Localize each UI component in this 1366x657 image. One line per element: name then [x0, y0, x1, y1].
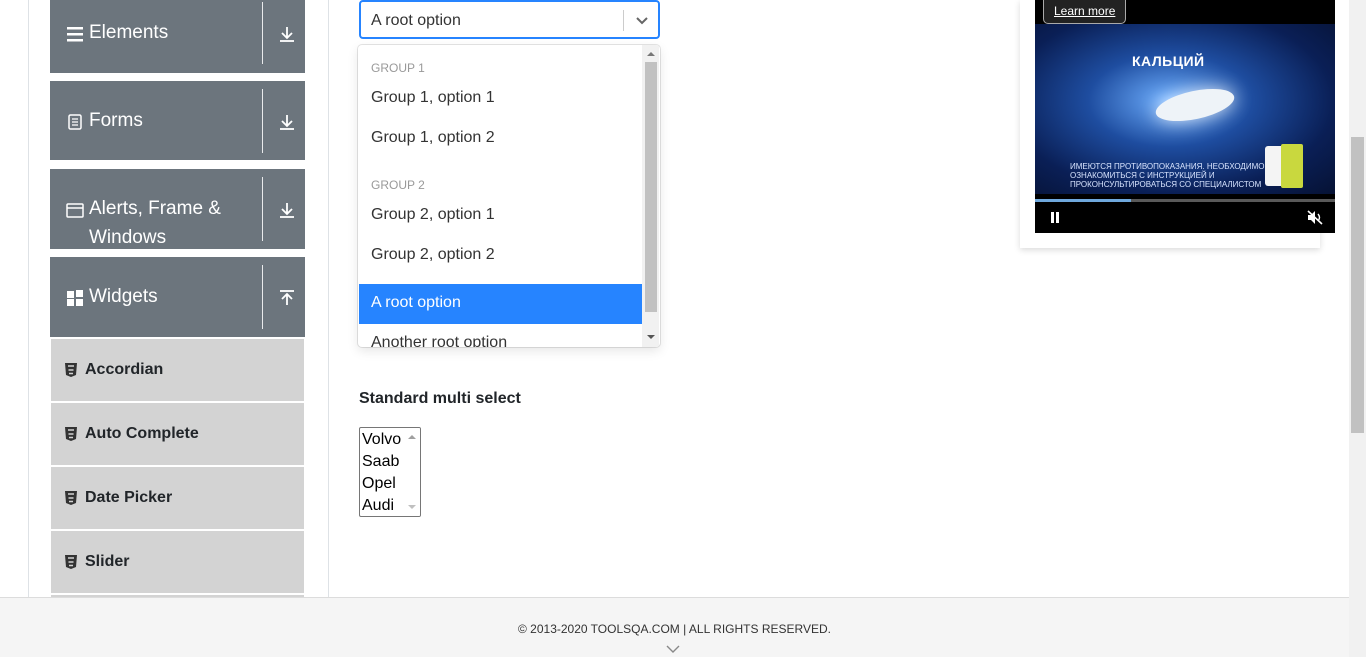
sidebar-group-label: Widgets: [89, 286, 158, 307]
multi-select-option[interactable]: Opel: [362, 475, 396, 493]
browser-window-icon: [66, 203, 84, 218]
group-heading: Group 2: [371, 178, 425, 192]
ad-tablet-image: [1152, 82, 1238, 128]
scroll-up-arrow-icon[interactable]: [408, 434, 416, 440]
sidebar-item-label: Auto Complete: [85, 425, 199, 442]
multi-select-option[interactable]: Volvo: [362, 431, 401, 449]
select-option[interactable]: Another root option: [359, 324, 642, 347]
sidebar-right-border: [328, 0, 329, 597]
menu-scrollbar-thumb[interactable]: [645, 62, 657, 312]
select-option[interactable]: Group 2, option 1: [359, 196, 642, 236]
download-arrow-icon[interactable]: [278, 25, 296, 43]
group-select-control[interactable]: A root option: [359, 0, 660, 39]
pause-icon[interactable]: [1050, 212, 1060, 223]
multi-select-option[interactable]: Audi: [362, 497, 394, 515]
grid-blocks-icon: [67, 290, 83, 306]
html5-icon: [65, 491, 77, 505]
select-option[interactable]: Group 2, option 2: [359, 236, 642, 276]
document-icon: [68, 114, 82, 130]
ad-progress-fill: [1035, 199, 1131, 202]
upload-arrow-icon[interactable]: [278, 289, 296, 307]
sidebar-group-forms[interactable]: Forms: [50, 81, 305, 160]
download-arrow-icon[interactable]: [278, 113, 296, 131]
menu-lines-icon: [67, 27, 83, 42]
standard-multi-select[interactable]: Volvo Saab Opel Audi: [359, 427, 421, 517]
sidebar-group-label: Forms: [89, 110, 143, 131]
sidebar-group-label: Elements: [89, 22, 169, 43]
group-heading: Group 1: [371, 61, 425, 75]
ad-progress-bar[interactable]: [1035, 199, 1335, 202]
select-option[interactable]: Group 1, option 2: [359, 119, 642, 159]
sidebar-item-accordian[interactable]: Accordian: [51, 339, 304, 401]
page: { "sidebar": { "groups": [ {"label": "El…: [0, 0, 1366, 657]
sidebar-group-elements[interactable]: Elements: [50, 0, 305, 73]
sidebar-group-widgets[interactable]: Widgets: [50, 257, 305, 337]
sidebar-item-date-picker[interactable]: Date Picker: [51, 467, 304, 529]
sidebar-item-label: Slider: [85, 553, 130, 570]
ad-disclaimer: ИМЕЮТСЯ ПРОТИВОПОКАЗАНИЯ. НЕОБХОДИМО ОЗН…: [1070, 162, 1265, 189]
download-arrow-icon[interactable]: [278, 201, 296, 219]
ad-brand-text: КАЛЬЦИЙ: [1132, 53, 1205, 69]
html5-icon: [65, 363, 77, 377]
chevron-down-icon[interactable]: [633, 12, 651, 30]
divider: [262, 2, 263, 64]
footer: © 2013-2020 TOOLSQA.COM | ALL RIGHTS RES…: [0, 597, 1349, 657]
sidebar-item-label: Accordian: [85, 361, 164, 378]
learn-more-button[interactable]: Learn more: [1043, 0, 1126, 24]
chevron-down-icon[interactable]: [666, 644, 680, 654]
sidebar-group-alerts-frame-windows[interactable]: Alerts, Frame & Windows: [50, 169, 305, 249]
scroll-up-arrow-icon[interactable]: [646, 50, 656, 58]
select-option-selected[interactable]: A root option: [359, 284, 642, 324]
sidebar-group-label: Windows: [89, 227, 167, 248]
ad-video-frame: КАЛЬЦИЙ ИМЕЮТСЯ ПРОТИВОПОКАЗАНИЯ. НЕОБХО…: [1035, 24, 1335, 194]
select-dropdown-menu: Group 1 Group 1, option 1 Group 1, optio…: [358, 45, 660, 347]
mute-icon[interactable]: [1307, 210, 1323, 225]
divider: [262, 89, 263, 153]
indicator-separator: [623, 10, 624, 31]
sidebar-left-border: [28, 0, 29, 597]
footer-copyright: © 2013-2020 TOOLSQA.COM | ALL RIGHTS RES…: [518, 622, 831, 636]
divider: [262, 265, 263, 329]
page-scrollbar-thumb[interactable]: [1351, 137, 1364, 433]
html5-icon: [65, 555, 77, 569]
scroll-down-arrow-icon[interactable]: [408, 504, 416, 510]
sidebar-item-label: Date Picker: [85, 489, 173, 506]
sidebar-item-auto-complete[interactable]: Auto Complete: [51, 403, 304, 465]
html5-icon: [65, 427, 77, 441]
ad-video[interactable]: КАЛЬЦИЙ ИМЕЮТСЯ ПРОТИВОПОКАЗАНИЯ. НЕОБХО…: [1035, 0, 1335, 233]
scroll-down-arrow-icon[interactable]: [646, 333, 656, 341]
multi-select-scrollbar[interactable]: [404, 428, 420, 516]
divider: [262, 177, 263, 241]
sidebar-item-slider[interactable]: Slider: [51, 531, 304, 593]
select-option[interactable]: Group 1, option 1: [359, 79, 642, 119]
multi-select-label: Standard multi select: [359, 390, 521, 407]
multi-select-option[interactable]: Saab: [362, 453, 399, 471]
ad-box-image: [1281, 144, 1303, 188]
select-value: A root option: [371, 12, 461, 29]
sidebar-group-label: Alerts, Frame &: [89, 198, 221, 219]
